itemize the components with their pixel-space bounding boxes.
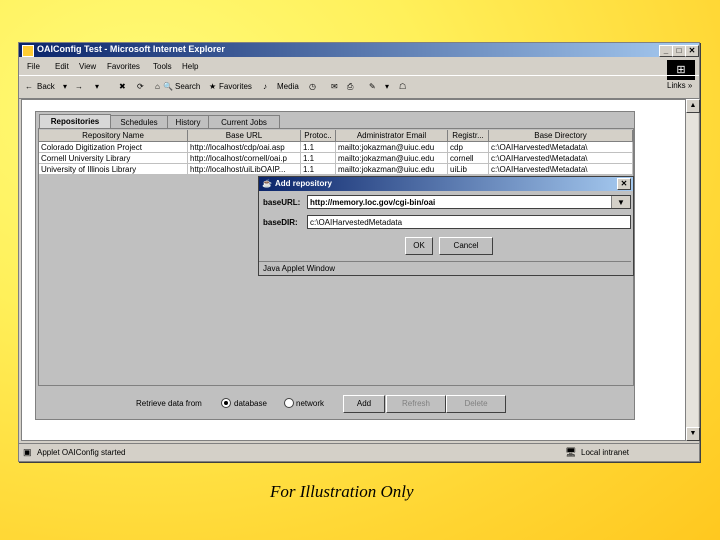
table-cell[interactable]: http://localhost/cdp/oai.asp [188, 142, 301, 153]
close-button[interactable]: ✕ [685, 45, 699, 57]
tab-history[interactable]: History [167, 115, 209, 129]
links-button[interactable]: Links » [667, 81, 692, 90]
forward-arrow-icon[interactable]: → [75, 82, 83, 91]
table-cell[interactable]: c:\OAIHarvested\Metadata\ [489, 164, 633, 175]
intranet-icon: 🖥 [565, 447, 577, 457]
refresh-icon[interactable]: ⟳ [137, 82, 144, 91]
toolbar: ← Back ▾ → ▾ ✖ ⟳ ⌂ 🔍 Search ★ Favorites … [19, 75, 699, 99]
menu-bar: File Edit View Favorites Tools Help [19, 58, 699, 74]
minimize-button[interactable]: _ [659, 45, 673, 57]
search-button[interactable]: Search [175, 82, 200, 91]
column-header[interactable]: Base URL [188, 130, 301, 142]
dialog-close-button[interactable]: ✕ [617, 178, 631, 190]
table-cell[interactable]: http://localhost/uiLibOAIP... [188, 164, 301, 175]
column-header[interactable]: Base Directory [489, 130, 633, 142]
dialog-title: Add repository [275, 179, 332, 188]
java-applet-window-label: Java Applet Window [263, 264, 336, 273]
table-cell[interactable]: Cornell University Library [39, 153, 188, 164]
status-bar: ▣ Applet OAIConfig started 🖥 Local intra… [19, 443, 699, 460]
base-url-label: baseURL: [263, 198, 301, 207]
discuss-icon[interactable]: ☖ [399, 82, 406, 91]
caption: For Illustration Only [270, 482, 414, 501]
back-arrow-icon[interactable]: ← [25, 82, 33, 91]
cancel-button[interactable]: Cancel [439, 237, 493, 255]
table-cell[interactable]: cdp [448, 142, 489, 153]
links-label: Links [667, 81, 686, 90]
applet-status-icon: ▣ [23, 447, 32, 457]
title-bar[interactable]: OAIConfig Test - Microsoft Internet Expl… [19, 43, 699, 57]
base-url-value: http://memory.loc.gov/cgi-bin/oai [310, 198, 436, 207]
base-dir-input[interactable]: c:\OAIHarvestedMetadata [307, 215, 631, 229]
search-icon[interactable]: 🔍 [163, 82, 173, 91]
edit-icon[interactable]: ✎ [369, 82, 376, 91]
table-cell[interactable]: uiLib [448, 164, 489, 175]
network-radio[interactable] [284, 398, 294, 408]
dialog-divider [259, 261, 631, 262]
menu-edit[interactable]: Edit [55, 62, 69, 71]
scroll-down-icon[interactable]: ▼ [686, 427, 700, 441]
tab-repositories[interactable]: Repositories [39, 114, 111, 129]
scroll-up-icon[interactable]: ▲ [686, 99, 700, 113]
print-icon[interactable]: ⎙ [347, 82, 353, 92]
favorites-button[interactable]: Favorites [219, 82, 252, 91]
menu-file[interactable]: File [27, 62, 40, 71]
table-cell[interactable]: c:\OAIHarvested\Metadata\ [489, 142, 633, 153]
dropdown-icon[interactable]: ▾ [385, 82, 389, 91]
ie-icon [22, 45, 34, 57]
zone-label: Local intranet [581, 448, 630, 457]
database-radio[interactable] [221, 398, 231, 408]
table-cell[interactable]: cornell [448, 153, 489, 164]
dropdown-icon[interactable]: ▾ [63, 82, 67, 91]
ok-button[interactable]: OK [405, 237, 433, 255]
vertical-scrollbar[interactable]: ▲ ▼ [685, 99, 700, 441]
menu-tools[interactable]: Tools [153, 62, 172, 71]
table-cell[interactable]: 1.1 [301, 142, 336, 153]
table-cell[interactable]: http://localhost/cornell/oai.p [188, 153, 301, 164]
media-icon[interactable]: ♪ [263, 82, 267, 91]
table-cell[interactable]: University of Illinois Library [39, 164, 188, 175]
database-label[interactable]: database [234, 399, 267, 408]
refresh-button[interactable]: Refresh [386, 395, 446, 413]
mail-icon[interactable]: ✉ [331, 82, 338, 91]
tab-schedules[interactable]: Schedules [110, 115, 168, 129]
dropdown-icon[interactable]: ▾ [95, 82, 99, 91]
maximize-button[interactable]: □ [672, 45, 686, 57]
table-cell[interactable]: mailto:jokazman@uiuc.edu [336, 142, 448, 153]
window-title: OAIConfig Test - Microsoft Internet Expl… [37, 44, 225, 54]
table-cell[interactable]: mailto:jokazman@uiuc.edu [336, 153, 448, 164]
dialog-title-bar[interactable]: ☕ Add repository ✕ [259, 177, 633, 191]
table-cell[interactable]: mailto:jokazman@uiuc.edu [336, 164, 448, 175]
tab-current-jobs[interactable]: Current Jobs [208, 115, 280, 129]
column-header[interactable]: Repository Name [39, 130, 188, 142]
menu-favorites[interactable]: Favorites [107, 62, 140, 71]
media-button[interactable]: Media [277, 82, 299, 91]
add-repository-dialog: ☕ Add repository ✕ baseURL: http://memor… [258, 176, 634, 276]
column-header[interactable]: Protoc.. [301, 130, 336, 142]
stop-icon[interactable]: ✖ [119, 82, 126, 91]
base-url-combobox[interactable]: http://memory.loc.gov/cgi-bin/oai ▼ [307, 195, 631, 209]
table-cell[interactable]: 1.1 [301, 164, 336, 175]
add-button[interactable]: Add [343, 395, 385, 413]
menu-view[interactable]: View [79, 62, 96, 71]
retrieve-label: Retrieve data from [136, 399, 202, 408]
status-message: Applet OAIConfig started [37, 448, 126, 457]
menu-help[interactable]: Help [182, 62, 198, 71]
base-dir-label: baseDIR: [263, 218, 298, 227]
java-cup-icon: ☕ [262, 179, 272, 188]
network-label[interactable]: network [296, 399, 324, 408]
table-cell[interactable]: c:\OAIHarvested\Metadata\ [489, 153, 633, 164]
delete-button[interactable]: Delete [446, 395, 506, 413]
table-cell[interactable]: Colorado Digitization Project [39, 142, 188, 153]
column-header[interactable]: Registr... [448, 130, 489, 142]
back-button[interactable]: Back [37, 82, 55, 91]
favorites-icon[interactable]: ★ [209, 82, 216, 91]
history-icon[interactable]: ◷ [309, 82, 316, 91]
column-header[interactable]: Administrator Email [336, 130, 448, 142]
home-icon[interactable]: ⌂ [155, 82, 160, 91]
table-cell[interactable]: 1.1 [301, 153, 336, 164]
chevron-down-icon[interactable]: ▼ [611, 196, 630, 208]
